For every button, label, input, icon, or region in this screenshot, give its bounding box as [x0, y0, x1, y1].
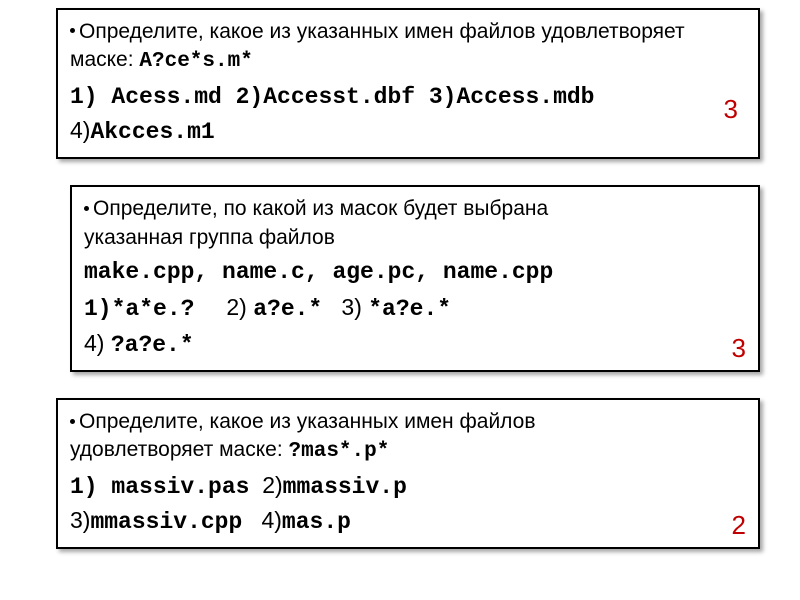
q3-n3: 3): [70, 507, 90, 533]
q2-text: Определите, по какой из масок будет выбр…: [84, 195, 746, 223]
q2-opt3: *a?e.*: [368, 296, 451, 322]
q3-opt2: mmassiv.p: [283, 474, 407, 500]
question-box-2: Определите, по какой из масок будет выбр…: [70, 185, 760, 372]
q3-options: 1) massiv.pas 2)mmassiv.p 3)mmassiv.cpp …: [70, 469, 746, 540]
q3-answer: 2: [732, 510, 746, 541]
q1-text: Определите, какое из указанных имен файл…: [70, 18, 746, 46]
q2-options: 1)*a*e.? 2) a?e.* 3) *a?e.* 4) ?a?e.*: [84, 291, 746, 362]
q2-files: make.cpp, name.c, age.pc, name.cpp: [84, 254, 746, 289]
q2-opt1: 1)*a*e.?: [84, 296, 194, 322]
question-box-1: Определите, какое из указанных имен файл…: [56, 8, 760, 159]
q1-line2: маске: A?ce*s.m*: [70, 46, 746, 76]
q2-opt4: ?a?e.*: [111, 332, 194, 358]
q2-files-text: make.cpp, name.c, age.pc, name.cpp: [84, 259, 553, 285]
q1-answer: 3: [724, 94, 738, 125]
bullet-icon: [70, 419, 75, 424]
q2-answer: 3: [732, 333, 746, 364]
q2-n2: 2): [226, 294, 246, 320]
q1-opt4-num: 4): [70, 117, 90, 143]
q3-line1: Определите, какое из указанных имен файл…: [79, 410, 536, 433]
q1-mask: A?ce*s.m*: [139, 50, 252, 73]
q2-opt2: a?e.*: [253, 296, 322, 322]
q1-opts-row1: 1) Acess.md 2)Accesst.dbf 3)Access.mdb: [70, 84, 595, 110]
q3-mask: ?mas*.p*: [289, 440, 390, 463]
q3-n2: 2): [262, 472, 282, 498]
bullet-icon: [70, 28, 75, 33]
q2-n4: 4): [84, 330, 104, 356]
q3-opt3: mmassiv.cpp: [90, 509, 242, 535]
q3-opt4: mas.p: [282, 509, 351, 535]
q3-line2: удовлетворяет маске: ?mas*.p*: [70, 436, 746, 466]
q1-line1: Определите, какое из указанных имен файл…: [79, 20, 685, 43]
q1-line2-prefix: маске:: [70, 48, 139, 71]
q1-options: 1) Acess.md 2)Accesst.dbf 3)Access.mdb 4…: [70, 79, 746, 150]
q1-opt4-m: Akcces.m1: [90, 119, 214, 145]
q3-opt1: 1) massiv.pas: [70, 474, 249, 500]
question-box-3: Определите, какое из указанных имен файл…: [56, 398, 760, 549]
bullet-icon: [84, 206, 89, 211]
q3-text: Определите, какое из указанных имен файл…: [70, 408, 746, 436]
q3-n4: 4): [261, 507, 281, 533]
q2-line2: указанная группа файлов: [84, 224, 746, 252]
q3-line2-prefix: удовлетворяет маске:: [70, 438, 289, 461]
q2-line1: Определите, по какой из масок будет выбр…: [93, 197, 548, 220]
q2-n3: 3): [341, 294, 361, 320]
